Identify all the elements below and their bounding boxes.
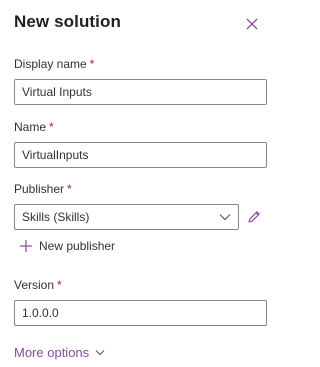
name-label-text: Name [14,120,47,134]
publisher-label-text: Publisher [14,182,65,196]
new-solution-panel: New solution Display name * Virtual Input… [0,0,273,367]
required-asterisk: * [57,278,62,292]
new-publisher-label: New publisher [39,239,116,253]
version-value: 1.0.0.0 [22,306,59,320]
display-name-field[interactable]: Virtual Inputs [14,79,267,105]
display-name-label-text: Display name [14,57,87,71]
chevron-down-icon [95,350,105,356]
publisher-selected-value: Skills (Skills) [22,210,90,224]
name-field[interactable]: VirtualInputs [14,142,267,168]
required-asterisk: * [49,120,54,134]
required-asterisk: * [89,57,95,71]
publisher-label: Publisher * [14,182,72,196]
display-name-label: Display name * [14,57,94,71]
publisher-dropdown[interactable]: Skills (Skills) [14,204,239,230]
panel-title: New solution [14,12,121,31]
required-asterisk: * [67,182,72,196]
close-icon [246,18,258,30]
name-value: VirtualInputs [22,148,89,162]
more-options-toggle[interactable]: More options [14,345,105,360]
plus-icon [20,240,32,252]
new-publisher-button[interactable]: New publisher [19,239,115,253]
version-field[interactable]: 1.0.0.0 [14,300,267,326]
version-label: Version * [14,278,62,292]
close-button[interactable] [244,16,260,32]
chevron-down-icon [219,214,231,221]
version-label-text: Version [14,278,55,292]
display-name-value: Virtual Inputs [22,85,92,99]
more-options-label: More options [14,345,90,360]
pencil-icon [248,211,260,223]
name-label: Name * [14,120,54,134]
edit-publisher-button[interactable] [246,209,262,225]
